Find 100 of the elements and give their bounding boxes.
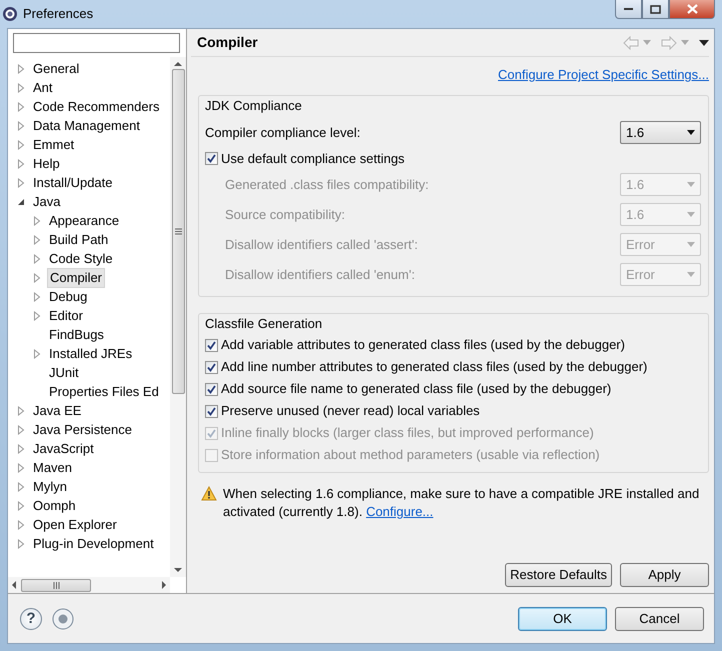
- expand-triangle-icon[interactable]: [32, 216, 42, 226]
- apply-button[interactable]: Apply: [620, 563, 709, 587]
- checkbox[interactable]: [205, 360, 218, 374]
- expand-triangle-icon[interactable]: [16, 120, 26, 130]
- expand-triangle-icon[interactable]: [16, 444, 26, 454]
- minimize-button[interactable]: [615, 0, 642, 19]
- project-settings-link[interactable]: Configure Project Specific Settings...: [498, 65, 709, 83]
- setting-label: Source compatibility:: [225, 206, 345, 224]
- expand-triangle-icon[interactable]: [16, 102, 26, 112]
- tree-item[interactable]: Code Style: [47, 250, 115, 268]
- help-button[interactable]: ?: [20, 608, 42, 630]
- scroll-right-icon[interactable]: [161, 581, 167, 589]
- restore-defaults-button[interactable]: Restore Defaults: [505, 563, 612, 587]
- expand-triangle-icon[interactable]: [16, 538, 26, 548]
- checkmark-icon: [207, 384, 216, 394]
- expand-triangle-icon[interactable]: [16, 140, 26, 150]
- caret-icon[interactable]: [643, 40, 651, 45]
- checkbox[interactable]: [205, 382, 218, 396]
- tree-item[interactable]: Editor: [47, 306, 85, 324]
- tree-item[interactable]: Help: [31, 154, 62, 172]
- caret-icon: [687, 212, 695, 217]
- tree-item[interactable]: Java EE: [31, 402, 84, 420]
- import-export-icon[interactable]: [52, 608, 74, 630]
- warning-message: When selecting 1.6 compliance, make sure to have a compatible JRE installed and activated (currently 1.8). Configure...: [223, 485, 700, 521]
- expand-triangle-icon[interactable]: [16, 406, 26, 416]
- checkbox-label: Preserve unused (never read) local variables: [221, 402, 480, 420]
- scroll-up-icon[interactable]: [174, 61, 182, 67]
- expand-triangle-icon[interactable]: [32, 234, 42, 244]
- maximize-icon: [650, 4, 661, 14]
- configure-link[interactable]: Configure...: [366, 504, 434, 519]
- tree-item[interactable]: JavaScript: [31, 440, 96, 458]
- tree-item[interactable]: Code Recommenders: [31, 98, 162, 116]
- expand-triangle-icon[interactable]: [32, 348, 42, 358]
- checkmark-icon: [207, 154, 216, 163]
- tree-item[interactable]: Debug: [47, 288, 90, 306]
- tree-item[interactable]: Properties Files Ed: [47, 382, 161, 400]
- expand-triangle-icon[interactable]: [32, 310, 42, 320]
- checkbox-label: Add source file name to generated class file (used by the debugger): [221, 380, 612, 398]
- tree-item[interactable]: FindBugs: [47, 326, 106, 344]
- expand-triangle-icon[interactable]: [32, 292, 42, 302]
- filter-field[interactable]: [13, 33, 180, 53]
- maximize-button[interactable]: [642, 0, 669, 19]
- scroll-down-icon[interactable]: [174, 567, 182, 573]
- tree-item[interactable]: General: [31, 60, 82, 78]
- checkbox[interactable]: [205, 152, 218, 165]
- caret-icon[interactable]: [681, 40, 689, 45]
- tree-item[interactable]: Ant: [31, 78, 55, 96]
- close-button[interactable]: [669, 0, 715, 19]
- checkmark-icon: [207, 340, 216, 350]
- forward-arrow-icon[interactable]: [661, 36, 677, 50]
- tree-item[interactable]: Compiler: [47, 268, 106, 288]
- setting-label: Disallow identifiers called 'enum':: [225, 266, 415, 284]
- menu-icon[interactable]: [699, 40, 709, 46]
- window-title: Preferences: [23, 5, 94, 24]
- tree-item[interactable]: Installed JREs: [47, 344, 134, 362]
- tree-item[interactable]: Java Persistence: [31, 420, 134, 438]
- tree-item[interactable]: Data Management: [31, 116, 142, 134]
- close-icon: [686, 4, 698, 14]
- caret-icon: [687, 130, 695, 135]
- caret-icon: [687, 182, 695, 187]
- dropdown[interactable]: 1.6: [620, 121, 701, 144]
- expand-triangle-icon[interactable]: [16, 482, 26, 492]
- expand-triangle-icon[interactable]: [32, 254, 42, 264]
- setting-label: Compiler compliance level:: [205, 124, 360, 142]
- expand-triangle-icon[interactable]: [32, 272, 42, 282]
- expand-triangle-icon[interactable]: [16, 500, 26, 510]
- tree-item[interactable]: Maven: [31, 458, 74, 476]
- grip-icon: [174, 228, 182, 235]
- tree-item[interactable]: Java: [31, 192, 62, 210]
- vertical-scrollbar[interactable]: [170, 57, 186, 577]
- expand-triangle-icon[interactable]: [16, 424, 26, 434]
- checkmark-icon: [207, 406, 216, 416]
- collapse-triangle-icon[interactable]: [16, 196, 26, 206]
- back-arrow-icon[interactable]: [623, 36, 639, 50]
- expand-triangle-icon[interactable]: [16, 178, 26, 188]
- expand-triangle-icon[interactable]: [16, 82, 26, 92]
- app-icon: [2, 6, 18, 22]
- setting-label: Disallow identifiers called 'assert':: [225, 236, 418, 254]
- tree-item[interactable]: Emmet: [31, 136, 76, 154]
- ok-button[interactable]: OK: [518, 606, 607, 630]
- expand-triangle-icon[interactable]: [16, 520, 26, 530]
- tree-item[interactable]: Build Path: [47, 230, 110, 248]
- expand-triangle-icon[interactable]: [16, 64, 26, 74]
- checkbox[interactable]: [205, 404, 218, 418]
- expand-triangle-icon[interactable]: [16, 158, 26, 168]
- tree-item[interactable]: Mylyn: [31, 478, 69, 496]
- grip-icon: [52, 582, 60, 588]
- cancel-button[interactable]: Cancel: [615, 606, 704, 630]
- tree-item[interactable]: Oomph: [31, 496, 78, 514]
- tree-item[interactable]: Plug-in Development: [31, 534, 156, 552]
- tree-item[interactable]: JUnit: [47, 364, 81, 382]
- horizontal-scrollbar[interactable]: [8, 577, 170, 593]
- tree-item[interactable]: Appearance: [47, 212, 122, 230]
- caret-icon: [687, 272, 695, 277]
- tree-item[interactable]: Install/Update: [31, 174, 114, 192]
- scroll-left-icon[interactable]: [11, 581, 17, 589]
- checkmark-icon: [207, 362, 216, 372]
- tree-item[interactable]: Open Explorer: [31, 516, 119, 534]
- expand-triangle-icon[interactable]: [16, 462, 26, 472]
- checkbox[interactable]: [205, 338, 218, 352]
